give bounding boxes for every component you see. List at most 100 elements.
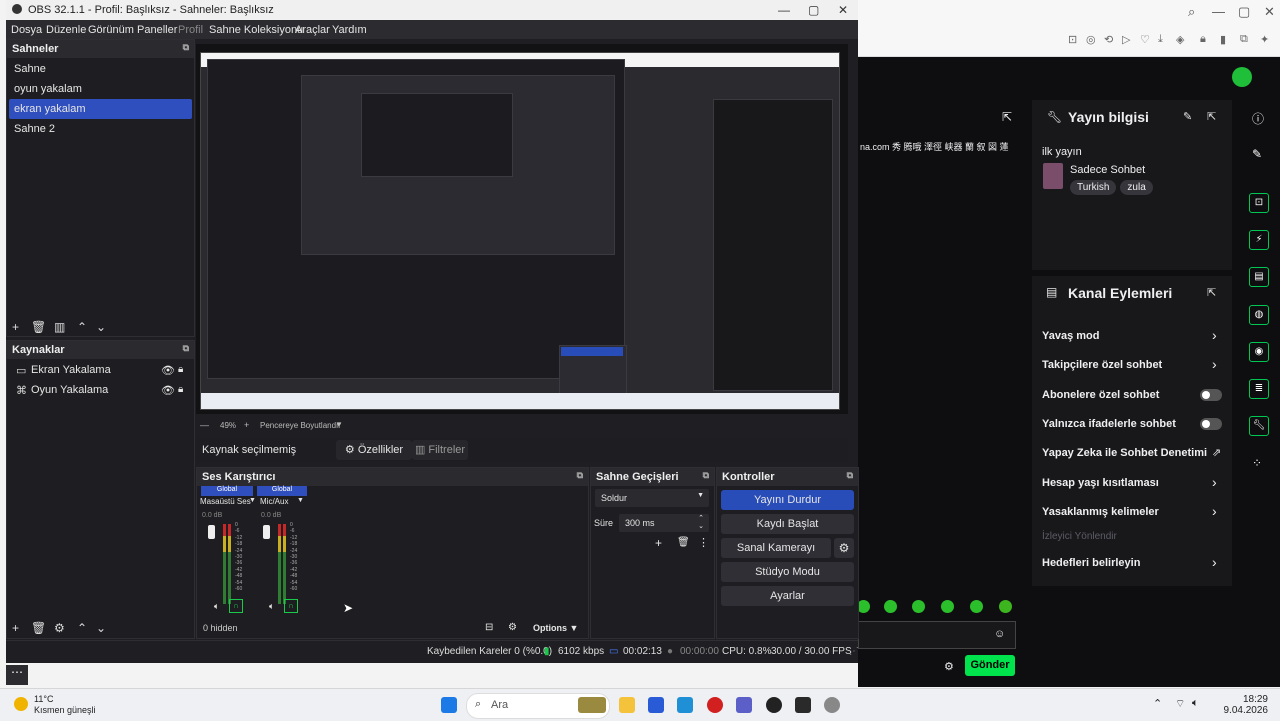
chevron-right-icon[interactable]: › (1212, 474, 1217, 490)
properties-button[interactable]: ⚙ Özellikler (336, 440, 412, 460)
menu-tools[interactable]: Araçlar (295, 24, 330, 36)
more-apps-icon[interactable]: ⁘ (1252, 456, 1262, 470)
move-down-icon[interactable]: ⌄ (96, 621, 106, 635)
maximize-icon[interactable]: ▢ (808, 3, 819, 17)
menu-docks[interactable]: Paneller (137, 24, 177, 36)
popout-icon[interactable]: ⇱ (1002, 110, 1012, 124)
spin-down-icon[interactable]: ⌄ (698, 522, 704, 530)
action-follower-chat[interactable]: Takipçilere özel sohbet (1042, 359, 1162, 371)
eye-icon[interactable]: 👁︎ (161, 384, 175, 397)
popout-icon[interactable]: ⇱ (1207, 286, 1216, 299)
options-button[interactable]: Options ▼ (533, 623, 578, 633)
action-banned-words[interactable]: Yasaklanmış kelimeler (1042, 506, 1159, 518)
menu-scene-collection[interactable]: Sahne Koleksiyonu (209, 24, 303, 36)
pen-icon[interactable]: ✎ (1252, 147, 1262, 161)
undock-icon[interactable]: ⧉ (183, 343, 189, 354)
close-icon[interactable]: ✕ (838, 3, 848, 17)
note-icon[interactable]: ▤ (1249, 267, 1269, 287)
chevron-right-icon[interactable]: › (1212, 327, 1217, 343)
filters-icon[interactable]: ▥ (54, 320, 65, 334)
obs-taskbar-icon[interactable] (766, 697, 782, 713)
menu-help[interactable]: Yardım (332, 24, 367, 36)
maximize-icon[interactable]: ▢ (1238, 4, 1250, 20)
start-recording-button[interactable]: Kaydı Başlat (721, 514, 854, 534)
move-up-icon[interactable]: ⌃ (77, 320, 87, 334)
search-tabs-icon[interactable]: ⌕ (1188, 4, 1195, 20)
studio-mode-button[interactable]: Stüdyo Modu (721, 562, 854, 582)
store-icon[interactable] (648, 697, 664, 713)
emote-icon[interactable] (999, 600, 1012, 613)
chat-settings-icon[interactable]: ⚙ (944, 660, 954, 673)
action-account-age[interactable]: Hesap yaşı kısıtlaması (1042, 477, 1159, 489)
sub-chat-toggle[interactable] (1200, 389, 1222, 401)
layers-icon[interactable]: ≣ (1249, 379, 1269, 399)
scene-item-selected[interactable]: ekran yakalam (9, 99, 192, 119)
chevron-down-icon[interactable]: ▼ (249, 497, 256, 504)
more-options-icon[interactable]: ⋮ (698, 536, 709, 549)
settings-button[interactable]: Ayarlar (721, 586, 854, 606)
remove-icon[interactable]: 🗑︎ (31, 621, 46, 635)
add-icon[interactable]: + (12, 621, 19, 635)
undock-icon[interactable]: ⧉ (847, 470, 853, 481)
filters-button[interactable]: ▥ Filtreler (412, 440, 468, 460)
preview-scale-mode[interactable]: Pencereye Boyutlandır (260, 421, 341, 430)
copy-icon[interactable]: ⧉ (1240, 33, 1248, 46)
chevron-down-icon[interactable]: ▼ (335, 420, 343, 429)
move-down-icon[interactable]: ⌄ (96, 320, 106, 334)
action-ai-moderation[interactable]: Yapay Zeka ile Sohbet Denetimi (1042, 447, 1207, 459)
emote-icon[interactable] (941, 600, 954, 613)
start-virtual-camera-button[interactable]: Sanal Kamerayı Başlat (721, 538, 831, 574)
spin-up-icon[interactable]: ⌃ (698, 514, 704, 522)
sidebar-icon[interactable]: ▮ (1220, 33, 1226, 46)
tool-icon[interactable]: 🔧︎ (1249, 416, 1269, 436)
ai-icon[interactable]: ✦ (1260, 33, 1269, 46)
menu-file[interactable]: Dosya (11, 24, 42, 36)
stop-streaming-button[interactable]: Yayını Durdur (721, 490, 854, 510)
minimize-icon[interactable]: — (1212, 4, 1225, 19)
advanced-audio-icon[interactable]: ⚙ (508, 622, 517, 633)
clock[interactable]: 18:29 9.04.2026 (1210, 694, 1269, 716)
chat-bubble-icon[interactable]: ◍ (1249, 305, 1269, 325)
chevron-right-icon[interactable]: › (1212, 356, 1217, 372)
heart-icon[interactable]: ♡ (1140, 33, 1150, 46)
tray-chevron-icon[interactable]: ⌃ (1153, 697, 1162, 710)
chevron-right-icon[interactable]: › (1212, 503, 1217, 519)
chat-input[interactable] (858, 621, 1016, 649)
remove-icon[interactable]: 🗑︎ (677, 537, 690, 548)
virtual-camera-settings-icon[interactable]: ⚙ (834, 538, 854, 558)
emote-icon[interactable] (970, 600, 983, 613)
action-set-goals[interactable]: Hedefleri belirleyin (1042, 557, 1140, 569)
undock-icon[interactable]: ⧉ (183, 42, 189, 53)
emote-chat-toggle[interactable] (1200, 418, 1222, 430)
file-explorer-icon[interactable] (619, 697, 635, 713)
resize-grip-icon[interactable]: ⋰ (849, 646, 859, 657)
clip-icon[interactable]: ⊡ (1249, 193, 1269, 213)
emote-icon[interactable] (884, 600, 897, 613)
headphones-icon[interactable]: ∩ (229, 599, 243, 613)
lock-icon[interactable]: 🔒︎ (178, 364, 183, 375)
external-link-icon[interactable]: ⇗ (1212, 446, 1221, 459)
minimize-icon[interactable]: — (778, 3, 790, 17)
zoom-level[interactable]: 49% (220, 421, 236, 430)
popout-icon[interactable]: ⇱ (1207, 110, 1216, 123)
speaker-icon[interactable]: 🔈︎ (269, 601, 274, 612)
move-up-icon[interactable]: ⌃ (77, 621, 87, 635)
undock-icon[interactable]: ⧉ (703, 470, 709, 481)
lock-icon[interactable]: 🔒︎ (1200, 33, 1206, 46)
settings-icon[interactable]: ⚙ (54, 621, 65, 635)
teams-icon[interactable] (736, 697, 752, 713)
source-item[interactable]: ⌘ Oyun Yakalama 👁︎ 🔒︎ (9, 380, 192, 400)
history-icon[interactable]: ⟲ (1104, 33, 1113, 46)
scene-item[interactable]: Sahne 2 (9, 119, 192, 139)
close-icon[interactable]: ✕ (1264, 4, 1275, 20)
camera-icon[interactable]: ◎ (1086, 33, 1096, 46)
speaker-icon[interactable]: 🔈︎ (214, 601, 219, 612)
emoji-icon[interactable]: ☺ (994, 628, 1005, 640)
menu-profile[interactable]: Profil (178, 24, 203, 36)
app-icon[interactable] (795, 697, 811, 713)
zoom-in-icon[interactable]: + (244, 420, 249, 430)
headphones-icon[interactable]: ∩ (284, 599, 298, 613)
scene-item[interactable]: Sahne (9, 59, 192, 79)
chevron-right-icon[interactable]: › (1212, 554, 1217, 570)
lightning-icon[interactable]: ⚡︎ (1249, 230, 1269, 250)
